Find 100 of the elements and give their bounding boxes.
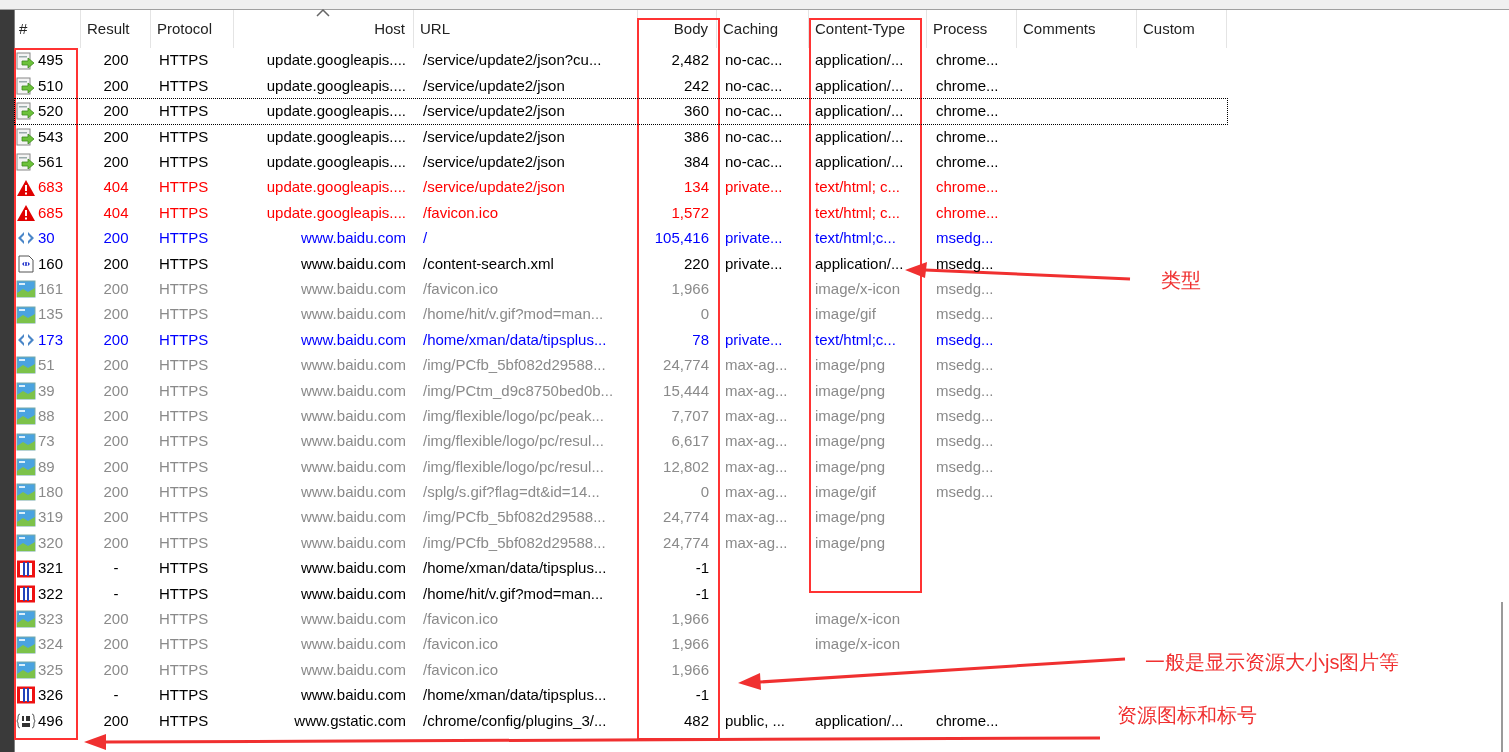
table-cell: image/png (815, 533, 886, 551)
table-cell: no-cac... (725, 76, 783, 94)
column-header[interactable]: Caching (717, 10, 809, 48)
table-cell-text: 51 (38, 355, 55, 376)
focused-row[interactable]: 520 200 HTTPS update.googleapis.... /service/update2/json 360 no-cac... application/... chrome... (15, 98, 1227, 125)
column-header[interactable]: Process (927, 10, 1017, 48)
table-cell: no-cac... (725, 102, 783, 120)
table-cell: private... (725, 178, 783, 196)
table-cell: HTTPS (159, 203, 209, 221)
table-cell: /splg/s.gif?flag=dt&id=14... (423, 483, 600, 501)
table-cell: 200 (103, 76, 129, 94)
table-cell-text: 323 (38, 609, 64, 630)
table-cell: 200 (103, 711, 129, 729)
table-cell: application/... (815, 127, 904, 145)
table-cell: www.baidu.com (300, 457, 406, 475)
table-cell: www.baidu.com (300, 533, 406, 551)
column-header[interactable]: URL (414, 10, 638, 48)
table-cell: 200 (103, 483, 129, 501)
table-cell-text: 326 (38, 685, 64, 706)
table-cell: update.googleapis.... (266, 76, 406, 94)
table-cell: /favicon.ico (423, 203, 499, 221)
table-cell: HTTPS (159, 610, 209, 628)
table-cell: -1 (695, 686, 709, 704)
table-cell-text: 173 (38, 329, 64, 350)
table-cell-text: 543 (38, 126, 64, 147)
table-cell: HTTPS (159, 432, 209, 450)
table-cell: private... (725, 254, 783, 272)
table-cell: www.baidu.com (300, 686, 406, 704)
table-cell: HTTPS (159, 533, 209, 551)
table-cell: HTTPS (159, 660, 209, 678)
table-cell: 24,774 (663, 508, 709, 526)
column-header[interactable]: Content-Type (809, 10, 927, 48)
table-cell-text: 683 (38, 177, 64, 198)
table-cell: www.baidu.com (300, 356, 406, 374)
table-cell: 200 (103, 610, 129, 628)
table-cell: chrome... (936, 102, 999, 120)
table-cell: /content-search.xml (423, 254, 554, 272)
table-cell: HTTPS (159, 229, 209, 247)
table-cell: application/... (815, 76, 904, 94)
table-cell: HTTPS (159, 102, 209, 120)
table-cell: HTTPS (159, 254, 209, 272)
table-cell: 200 (103, 330, 129, 348)
table-cell: msedg... (936, 432, 994, 450)
table-cell: application/... (815, 102, 904, 120)
table-cell: public, ... (725, 711, 786, 729)
table-cell-text: 161 (38, 278, 64, 299)
table-cell: /home/hit/v.gif?mod=man... (423, 584, 604, 602)
column-header[interactable]: Result (81, 10, 151, 48)
table-cell: www.baidu.com (300, 330, 406, 348)
table-cell: 2,482 (671, 51, 709, 69)
table-cell: update.googleapis.... (266, 51, 406, 69)
table-cell: HTTPS (159, 559, 209, 577)
table-cell: 0 (700, 483, 709, 501)
table-cell: max-ag... (725, 406, 788, 424)
table-cell: msedg... (936, 279, 994, 297)
table-cell: HTTPS (159, 406, 209, 424)
table-cell: 482 (683, 711, 709, 729)
table-cell: msedg... (936, 254, 994, 272)
column-header[interactable]: Protocol (151, 10, 234, 48)
table-cell: /service/update2/json (423, 76, 565, 94)
table-cell: text/html; c... (815, 178, 901, 196)
table-cell: HTTPS (159, 711, 209, 729)
table-cell-text: 561 (38, 152, 64, 172)
table-cell: 1,966 (671, 610, 709, 628)
table-cell: image/png (815, 356, 886, 374)
table-cell: www.baidu.com (300, 406, 406, 424)
table-cell: 386 (683, 127, 709, 145)
column-header[interactable]: Host (234, 10, 414, 48)
table-cell: 1,966 (671, 660, 709, 678)
column-header[interactable]: Body (638, 10, 717, 48)
table-cell: www.baidu.com (300, 610, 406, 628)
table-cell: 1,966 (671, 635, 709, 653)
table-cell: msedg... (936, 330, 994, 348)
column-header[interactable]: Custom (1137, 10, 1227, 48)
column-header[interactable]: # (15, 10, 81, 48)
table-cell: HTTPS (159, 356, 209, 374)
table-cell: /service/update2/json (423, 102, 565, 120)
table-cell-text: 510 (38, 75, 64, 96)
table-cell: 200 (103, 229, 129, 247)
scrollbar-thumb[interactable] (1501, 602, 1503, 752)
table-cell: 200 (103, 406, 129, 424)
column-header[interactable]: Comments (1017, 10, 1137, 48)
table-cell-text: 73 (38, 431, 55, 452)
table-cell: chrome... (936, 178, 999, 196)
table-cell: HTTPS (159, 127, 209, 145)
table-cell: 200 (103, 508, 129, 526)
table-cell: 200 (103, 102, 129, 120)
table-cell: image/png (815, 406, 886, 424)
table-cell: 24,774 (663, 356, 709, 374)
table-cell: update.googleapis.... (266, 178, 406, 196)
table-cell: /favicon.ico (423, 279, 499, 297)
table-cell: www.baidu.com (300, 635, 406, 653)
table-cell: msedg... (936, 356, 994, 374)
table-cell: /favicon.ico (423, 635, 499, 653)
table-cell: chrome... (936, 51, 999, 69)
table-cell-text: 496 (38, 710, 64, 731)
table-cell-text: 324 (38, 634, 64, 655)
table-cell: 404 (103, 178, 129, 196)
table-cell: application/... (815, 51, 904, 69)
table-cell: max-ag... (725, 508, 788, 526)
